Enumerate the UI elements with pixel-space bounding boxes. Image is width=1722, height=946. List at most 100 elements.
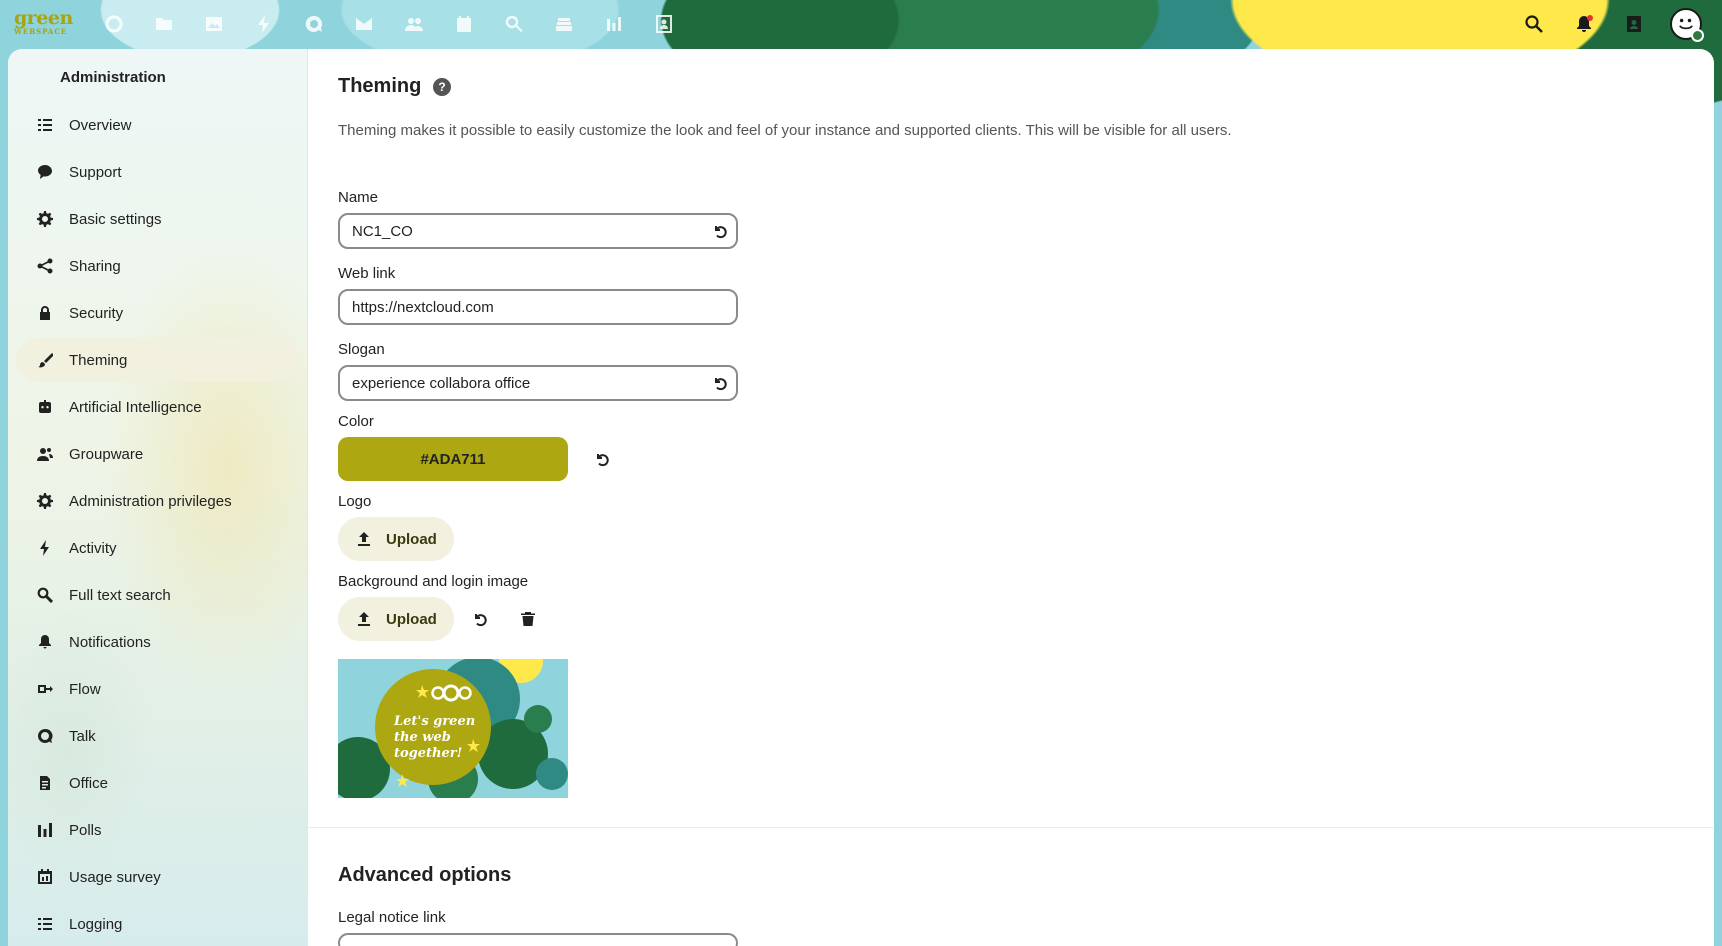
- share-icon: [36, 257, 54, 275]
- sidebar-item-support[interactable]: Support: [16, 150, 300, 194]
- sidebar-item-full-text-search[interactable]: Full text search: [16, 573, 300, 617]
- sidebar-item-overview[interactable]: Overview: [16, 103, 300, 147]
- slogan-label: Slogan: [338, 341, 385, 358]
- brand-line2: WEBSPACE: [14, 27, 68, 36]
- activity-icon[interactable]: [252, 12, 276, 36]
- user-avatar[interactable]: [1670, 8, 1704, 42]
- logo-upload-button[interactable]: Upload: [338, 517, 454, 561]
- sidebar-item-label: Theming: [69, 351, 128, 369]
- sidebar-title: Administration: [60, 69, 166, 86]
- files-icon[interactable]: [152, 12, 176, 36]
- sidebar-item-label: Flow: [69, 680, 101, 698]
- gear-icon: [36, 210, 54, 228]
- name-input[interactable]: [338, 213, 738, 249]
- logo-label: Logo: [338, 493, 372, 510]
- undo-icon[interactable]: [468, 607, 492, 631]
- sidebar-item-notifications[interactable]: Notifications: [16, 620, 300, 664]
- sidebar-item-label: Polls: [69, 821, 102, 839]
- sidebar-item-label: Notifications: [69, 633, 151, 651]
- deck-icon[interactable]: [552, 12, 576, 36]
- sidebar-item-label: Overview: [69, 116, 132, 134]
- notifications-bell-icon[interactable]: [1572, 12, 1596, 36]
- undo-icon[interactable]: [590, 447, 614, 471]
- admin-gear-icon: [36, 492, 54, 510]
- photos-icon[interactable]: [202, 12, 226, 36]
- color-label: Color: [338, 413, 374, 430]
- contacts-menu-icon[interactable]: [1622, 12, 1646, 36]
- log-list-icon: [36, 915, 54, 933]
- sidebar-item-logging[interactable]: Logging: [16, 902, 300, 946]
- sidebar-item-usage-survey[interactable]: Usage survey: [16, 855, 300, 899]
- sidebar-item-administration-privileges[interactable]: Administration privileges: [16, 479, 300, 523]
- page-title: Theming: [338, 75, 422, 97]
- help-icon[interactable]: ?: [433, 78, 451, 96]
- sidebar-item-label: Sharing: [69, 257, 121, 275]
- sidebar-item-label: Groupware: [69, 445, 144, 463]
- theming-description: Theming makes it possible to easily cust…: [338, 122, 1232, 139]
- sidebar-item-label: Artificial Intelligence: [69, 398, 202, 416]
- lock-icon: [36, 304, 54, 322]
- analytics-icon[interactable]: [602, 12, 626, 36]
- notification-badge: [1587, 15, 1593, 21]
- preview-line-2: the web: [394, 730, 451, 745]
- undo-icon[interactable]: [708, 219, 732, 243]
- undo-icon[interactable]: [708, 371, 732, 395]
- sidebar-item-label: Activity: [69, 539, 117, 557]
- sidebar-item-security[interactable]: Security: [16, 291, 300, 335]
- legal-notice-input[interactable]: [338, 933, 738, 946]
- robot-icon: [36, 398, 54, 416]
- brand-logo[interactable]: green WEBSPACE: [14, 9, 78, 37]
- magnifier-icon: [36, 586, 54, 604]
- sidebar-item-label: Usage survey: [69, 868, 161, 886]
- background-upload-button[interactable]: Upload: [338, 597, 454, 641]
- upload-icon: [356, 611, 372, 627]
- lightning-icon: [36, 539, 54, 557]
- document-icon: [36, 774, 54, 792]
- color-picker-button[interactable]: #ADA711: [338, 437, 568, 481]
- sidebar-item-theming[interactable]: Theming: [16, 338, 300, 382]
- paintbrush-icon: [36, 351, 54, 369]
- unified-search-icon[interactable]: [1522, 12, 1546, 36]
- trash-icon[interactable]: [516, 607, 540, 631]
- bell-icon: [36, 633, 54, 651]
- name-label: Name: [338, 189, 379, 206]
- sidebar-item-groupware[interactable]: Groupware: [16, 432, 300, 476]
- upload-label: Upload: [386, 530, 437, 548]
- preview-artwork: Let's green the web together!: [338, 659, 568, 798]
- profile-icon[interactable]: [652, 12, 676, 36]
- main-card: Administration Overview Support Basic se…: [8, 49, 1714, 946]
- dashboard-icon[interactable]: [102, 12, 126, 36]
- preview-line-1: Let's green: [393, 714, 475, 729]
- legal-notice-label: Legal notice link: [338, 909, 446, 926]
- talk-icon[interactable]: [302, 12, 326, 36]
- sidebar-item-basic-settings[interactable]: Basic settings: [16, 197, 300, 241]
- sidebar-item-label: Administration privileges: [69, 492, 232, 510]
- sidebar-item-office[interactable]: Office: [16, 761, 300, 805]
- mail-icon[interactable]: [352, 12, 376, 36]
- sidebar-item-activity[interactable]: Activity: [16, 526, 300, 570]
- preview-line-3: together!: [394, 746, 462, 761]
- background-label: Background and login image: [338, 573, 529, 590]
- section-divider: [308, 827, 1714, 828]
- list-icon: [36, 116, 54, 134]
- background-preview-image: Let's green the web together!: [338, 659, 568, 798]
- sidebar-item-flow[interactable]: Flow: [16, 667, 300, 711]
- slogan-input[interactable]: [338, 365, 738, 401]
- theming-content: Theming ? Theming makes it possible to e…: [308, 49, 1714, 946]
- sidebar-item-label: Basic settings: [69, 210, 162, 228]
- sidebar-item-polls[interactable]: Polls: [16, 808, 300, 852]
- sidebar-item-sharing[interactable]: Sharing: [16, 244, 300, 288]
- upload-icon: [356, 531, 372, 547]
- talk-bubble-icon: [36, 727, 54, 745]
- sidebar-item-label: Office: [69, 774, 108, 792]
- group-icon: [36, 445, 54, 463]
- sidebar-item-label: Security: [69, 304, 124, 322]
- search-app-icon[interactable]: [502, 12, 526, 36]
- calendar-icon[interactable]: [452, 12, 476, 36]
- sidebar-item-label: Logging: [69, 915, 123, 933]
- sidebar-item-talk[interactable]: Talk: [16, 714, 300, 758]
- web-link-label: Web link: [338, 265, 396, 282]
- web-link-input[interactable]: [338, 289, 738, 325]
- contacts-icon[interactable]: [402, 12, 426, 36]
- sidebar-item-artificial-intelligence[interactable]: Artificial Intelligence: [16, 385, 300, 429]
